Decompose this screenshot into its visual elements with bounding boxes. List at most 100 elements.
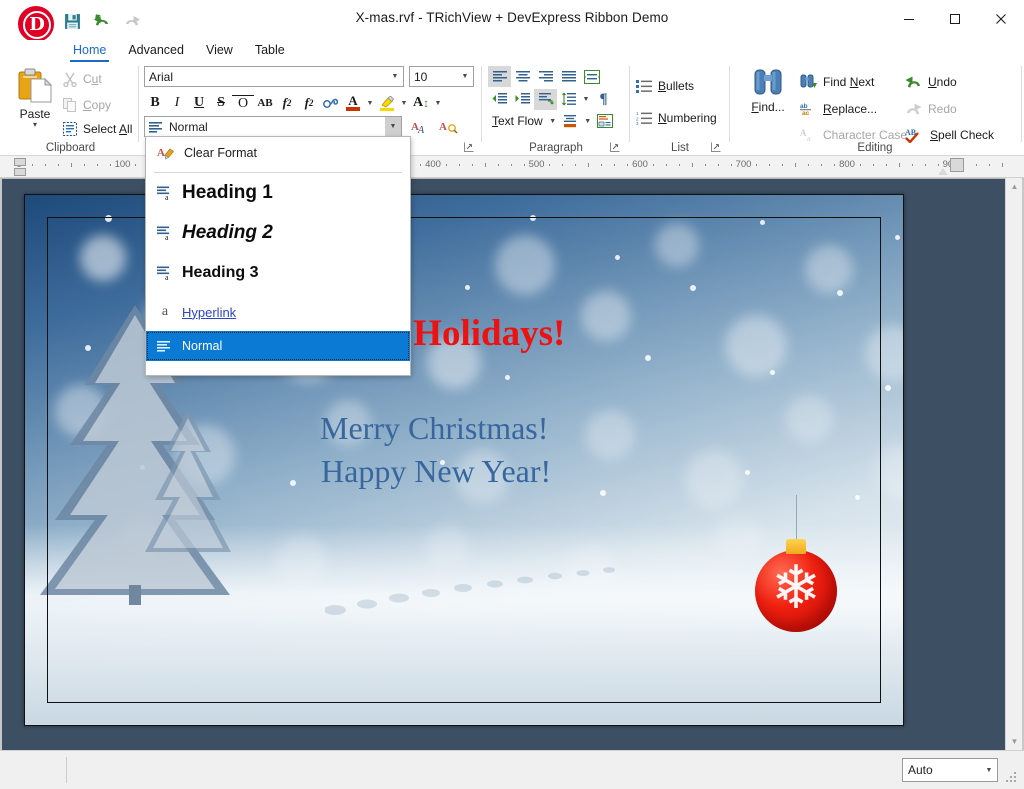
style-menu-item-heading-2[interactable]: a Heading 2 [146,213,410,253]
style-menu-item-heading-1[interactable]: a Heading 1 [146,173,410,213]
find-font-button[interactable]: A [437,116,461,138]
find-button[interactable]: Find... [742,66,794,134]
font-color-button[interactable]: A [342,92,364,114]
allcaps-button[interactable]: AB [254,92,276,114]
align-justify-button[interactable] [557,66,580,87]
character-style-icon: a [157,304,173,320]
bold-button[interactable]: B [144,92,166,114]
strikethrough-button[interactable]: S [210,92,232,114]
line-spacing-dropdown-caret[interactable]: ▼ [580,88,592,110]
ruler-right-indent-marker[interactable] [938,168,948,175]
ruler-number: 400 [425,159,441,170]
zoom-combo[interactable]: Auto ▼ [902,758,998,782]
italic-button[interactable]: I [166,92,188,114]
select-all-button[interactable]: Select All [62,118,132,140]
paragraph-style-combo[interactable]: Normal ▼ [144,116,402,137]
style-menu-item-hyperlink[interactable]: a Hyperlink [146,293,410,331]
ruler-tick [718,164,719,166]
maximize-button[interactable] [932,0,978,38]
fit-to-width-button[interactable] [580,66,603,87]
numbering-button[interactable]: 1 2 3 Numbering [636,106,717,130]
paragraph-style-icon: a [157,186,173,200]
undo-button[interactable]: Undo [905,70,957,94]
font-size-combo[interactable]: 10 ▼ [409,66,474,87]
ornament-string [796,495,797,543]
svg-text:A: A [439,121,447,133]
list-dialog-launcher[interactable] [711,142,722,153]
ornament-cap-icon [786,539,806,554]
ruler-right-margin-handle[interactable] [950,158,964,172]
close-button[interactable] [978,0,1024,38]
font-size-dropdown-caret[interactable]: ▼ [432,92,444,114]
text-flow-dropdown-caret[interactable]: ▼ [547,110,559,132]
scroll-down-icon[interactable]: ▼ [1006,733,1023,750]
change-case-button[interactable]: A A [409,116,433,138]
paragraph-style-dropdown-menu[interactable]: A Clear Format a Heading 1 [145,136,411,376]
ruler-left-indent-marker[interactable] [14,168,26,176]
style-menu-item-normal[interactable]: Normal [146,331,410,361]
christmas-ball-ornament[interactable]: ❄ [755,550,837,632]
show-paragraph-marks-button[interactable]: ¶ [592,89,615,110]
paragraph-shading-dropdown-caret[interactable]: ▼ [582,110,594,132]
textflow-row: Text Flow ▼ ▼ [488,110,617,132]
paste-dropdown-caret[interactable]: ▾ [10,121,60,129]
status-bar: Auto ▼ [0,750,1024,789]
editing-group-label: Editing [750,142,1000,154]
increase-indent-button[interactable] [511,89,534,110]
paragraph-style-dropdown-caret[interactable]: ▼ [385,117,401,136]
superscript-button[interactable]: f2 [298,92,320,114]
snow-flake [505,375,510,380]
style-menu-label: Heading 3 [182,264,258,282]
scroll-up-icon[interactable]: ▲ [1006,178,1023,195]
ruler-tick [860,164,861,166]
align-center-button[interactable] [511,66,534,87]
paragraph-background-button[interactable] [534,89,557,110]
text-flow-button[interactable]: Text Flow [488,114,547,128]
style-menu-label: Clear Format [184,146,257,160]
replace-button[interactable]: ab ac Replace... [800,97,877,121]
underline-button[interactable]: U [188,92,210,114]
chevron-down-icon[interactable]: ▼ [387,67,403,86]
font-dialog-launcher[interactable] [464,142,475,153]
vertical-scrollbar[interactable]: ▲ ▼ [1005,178,1022,750]
svg-text:a: a [165,193,169,200]
hidden-text-button[interactable] [320,92,342,114]
svg-text:a: a [165,233,169,240]
paragraph-shading-button[interactable] [559,111,582,132]
paste-button[interactable]: Paste ▾ [10,66,60,134]
resize-grip[interactable] [1006,772,1018,784]
bullets-button[interactable]: Bullets [636,74,694,98]
tab-view[interactable]: View [195,42,244,62]
ruler-number: 800 [839,159,855,170]
style-menu-item-clear-format[interactable]: A Clear Format [146,137,410,169]
tab-advanced[interactable]: Advanced [117,42,195,62]
align-right-button[interactable] [534,66,557,87]
ruler-first-line-indent-marker[interactable] [14,158,26,166]
align-left-button[interactable] [488,66,511,87]
subscript-button[interactable]: f2 [276,92,298,114]
find-next-button[interactable]: Find Next [800,70,874,94]
paragraph-dialog-launcher[interactable] [610,142,621,153]
svg-text:ab: ab [800,103,808,110]
highlight-color-dropdown-caret[interactable]: ▼ [398,92,410,114]
line-spacing-button[interactable] [557,89,580,110]
overline-button[interactable]: O [232,95,254,112]
doc-line-happy-new-year[interactable]: Happy New Year! [321,453,551,490]
tab-table[interactable]: Table [244,42,296,62]
font-color-dropdown-caret[interactable]: ▼ [364,92,376,114]
doc-line-merry-christmas[interactable]: Merry Christmas! [320,410,548,447]
chevron-down-icon[interactable]: ▼ [457,67,473,86]
snow-flake [615,255,620,260]
paragraph-style-icon: a [157,266,173,280]
tab-home[interactable]: Home [62,42,117,62]
highlight-color-button[interactable] [376,92,398,114]
font-name-combo[interactable]: Arial ▼ [144,66,404,87]
paragraph-borders-button[interactable] [594,111,617,132]
style-menu-item-heading-3[interactable]: a Heading 3 [146,253,410,293]
indent-row: ▼ ¶ [488,88,615,110]
decrease-indent-button[interactable] [488,89,511,110]
ruler-tick [886,164,887,166]
zoom-dropdown-caret[interactable]: ▼ [981,767,997,774]
font-size-grow-button[interactable]: A↕ [410,92,432,114]
minimize-button[interactable] [886,0,932,38]
